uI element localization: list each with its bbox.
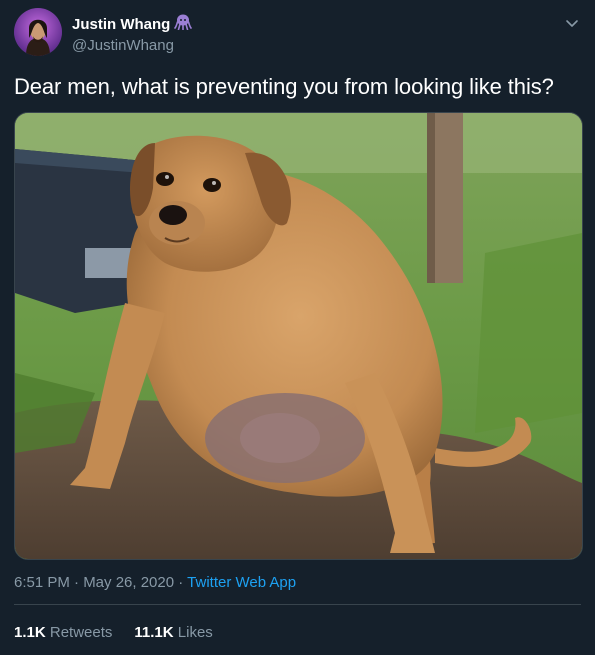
divider bbox=[14, 604, 581, 605]
retweets-stat[interactable]: 1.1K Retweets bbox=[14, 624, 112, 641]
chevron-down-icon[interactable] bbox=[563, 14, 581, 32]
tweet-header: Justin Whang @JustinWhang bbox=[14, 8, 581, 60]
likes-stat[interactable]: 11.1K Likes bbox=[134, 624, 212, 641]
octopus-icon bbox=[174, 14, 193, 35]
display-name[interactable]: Justin Whang bbox=[72, 16, 170, 33]
display-name-row: Justin Whang bbox=[72, 14, 193, 35]
tweet-text: Dear men, what is preventing you from lo… bbox=[14, 74, 554, 99]
retweets-label: Retweets bbox=[49, 624, 113, 641]
likes-count: 11.1K bbox=[134, 624, 174, 641]
likes-label: Likes bbox=[177, 624, 213, 641]
handle[interactable]: @JustinWhang bbox=[72, 37, 192, 54]
retweets-count: 1.1K bbox=[14, 624, 46, 641]
source-app-link[interactable]: Twitter Web App bbox=[187, 574, 296, 591]
overweight-dog-photo bbox=[15, 113, 582, 559]
avatar[interactable] bbox=[14, 8, 62, 56]
meta-separator: · bbox=[174, 574, 188, 591]
timestamp[interactable]: 6:51 PM · May 26, 2020 bbox=[14, 574, 174, 591]
tweet-stats: 1.1K Retweets 11.1K Likes bbox=[14, 624, 213, 641]
tweet-photo[interactable] bbox=[14, 112, 583, 560]
tweet-meta: 6:51 PM · May 26, 2020 · Twitter Web App bbox=[14, 574, 296, 591]
author-names: Justin Whang @JustinWhang bbox=[72, 14, 193, 54]
